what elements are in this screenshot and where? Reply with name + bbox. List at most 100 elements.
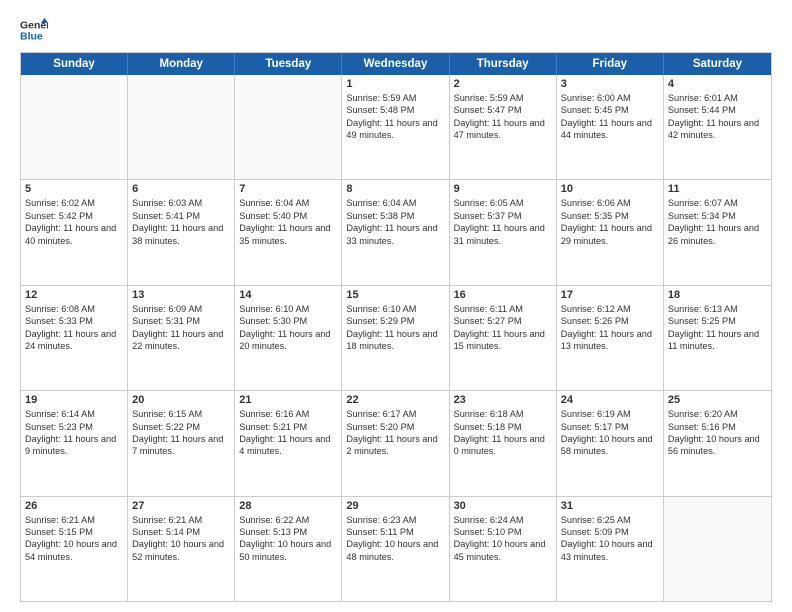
weekday-header: Tuesday bbox=[235, 53, 342, 75]
cell-info: Sunrise: 6:17 AM Sunset: 5:20 PM Dayligh… bbox=[346, 408, 444, 458]
svg-text:Blue: Blue bbox=[20, 31, 43, 43]
day-number: 12 bbox=[25, 289, 123, 301]
calendar-row: 5Sunrise: 6:02 AM Sunset: 5:42 PM Daylig… bbox=[21, 179, 771, 284]
calendar-cell: 30 Sunrise: 6:24 AM Sunset: 5:10 PM Dayli… bbox=[450, 497, 557, 601]
calendar-cell: 27 Sunrise: 6:21 AM Sunset: 5:14 PM Dayli… bbox=[128, 497, 235, 601]
day-number: 22 bbox=[346, 394, 444, 406]
day-number: 6 bbox=[132, 183, 230, 195]
cell-info: Sunrise: 5:59 AM Sunset: 5:47 PM Dayligh… bbox=[454, 92, 552, 142]
calendar-cell: 28Sunrise: 6:22 AM Sunset: 5:13 PM Dayli… bbox=[235, 497, 342, 601]
calendar-cell: 10Sunrise: 6:06 AM Sunset: 5:35 PM Dayli… bbox=[557, 180, 664, 284]
calendar-cell: 25 Sunrise: 6:20 AM Sunset: 5:16 PM Dayli… bbox=[664, 391, 771, 495]
calendar-cell: 23 Sunrise: 6:18 AM Sunset: 5:18 PM Dayli… bbox=[450, 391, 557, 495]
calendar-cell: 15 Sunrise: 6:10 AM Sunset: 5:29 PM Dayli… bbox=[342, 286, 449, 390]
cell-info: Sunrise: 6:05 AM Sunset: 5:37 PM Dayligh… bbox=[454, 197, 552, 247]
day-number: 17 bbox=[561, 289, 659, 301]
cell-info: Sunrise: 6:23 AM Sunset: 5:11 PM Dayligh… bbox=[346, 514, 444, 564]
calendar-cell: 6 Sunrise: 6:03 AM Sunset: 5:41 PM Daylig… bbox=[128, 180, 235, 284]
day-number: 20 bbox=[132, 394, 230, 406]
cell-info: Sunrise: 6:03 AM Sunset: 5:41 PM Dayligh… bbox=[132, 197, 230, 247]
day-number: 27 bbox=[132, 500, 230, 512]
calendar-cell bbox=[21, 75, 128, 179]
weekday-header: Friday bbox=[557, 53, 664, 75]
cell-info: Sunrise: 5:59 AM Sunset: 5:48 PM Dayligh… bbox=[346, 92, 444, 142]
day-number: 30 bbox=[454, 500, 552, 512]
cell-info: Sunrise: 6:12 AM Sunset: 5:26 PM Dayligh… bbox=[561, 303, 659, 353]
calendar-cell bbox=[664, 497, 771, 601]
calendar-cell: 1 Sunrise: 5:59 AM Sunset: 5:48 PM Daylig… bbox=[342, 75, 449, 179]
day-number: 25 bbox=[668, 394, 767, 406]
cell-info: Sunrise: 6:15 AM Sunset: 5:22 PM Dayligh… bbox=[132, 408, 230, 458]
cell-info: Sunrise: 6:13 AM Sunset: 5:25 PM Dayligh… bbox=[668, 303, 767, 353]
day-number: 18 bbox=[668, 289, 767, 301]
calendar-cell: 16Sunrise: 6:11 AM Sunset: 5:27 PM Dayli… bbox=[450, 286, 557, 390]
calendar-cell: 26 Sunrise: 6:21 AM Sunset: 5:15 PM Dayli… bbox=[21, 497, 128, 601]
cell-info: Sunrise: 6:21 AM Sunset: 5:14 PM Dayligh… bbox=[132, 514, 230, 564]
day-number: 2 bbox=[454, 78, 552, 90]
day-number: 15 bbox=[346, 289, 444, 301]
page: General Blue SundayMondayTuesdayWednesda… bbox=[0, 0, 792, 612]
day-number: 21 bbox=[239, 394, 337, 406]
cell-info: Sunrise: 6:09 AM Sunset: 5:31 PM Dayligh… bbox=[132, 303, 230, 353]
calendar-cell: 14 Sunrise: 6:10 AM Sunset: 5:30 PM Dayli… bbox=[235, 286, 342, 390]
calendar-cell: 8 Sunrise: 6:04 AM Sunset: 5:38 PM Daylig… bbox=[342, 180, 449, 284]
day-number: 4 bbox=[668, 78, 767, 90]
calendar-cell: 2 Sunrise: 5:59 AM Sunset: 5:47 PM Daylig… bbox=[450, 75, 557, 179]
calendar-row: 19Sunrise: 6:14 AM Sunset: 5:23 PM Dayli… bbox=[21, 390, 771, 495]
cell-info: Sunrise: 6:20 AM Sunset: 5:16 PM Dayligh… bbox=[668, 408, 767, 458]
day-number: 26 bbox=[25, 500, 123, 512]
cell-info: Sunrise: 6:18 AM Sunset: 5:18 PM Dayligh… bbox=[454, 408, 552, 458]
day-number: 23 bbox=[454, 394, 552, 406]
cell-info: Sunrise: 6:24 AM Sunset: 5:10 PM Dayligh… bbox=[454, 514, 552, 564]
calendar-row: 12Sunrise: 6:08 AM Sunset: 5:33 PM Dayli… bbox=[21, 285, 771, 390]
day-number: 3 bbox=[561, 78, 659, 90]
cell-info: Sunrise: 6:10 AM Sunset: 5:30 PM Dayligh… bbox=[239, 303, 337, 353]
day-number: 1 bbox=[346, 78, 444, 90]
cell-info: Sunrise: 6:02 AM Sunset: 5:42 PM Dayligh… bbox=[25, 197, 123, 247]
calendar-cell bbox=[235, 75, 342, 179]
cell-info: Sunrise: 6:16 AM Sunset: 5:21 PM Dayligh… bbox=[239, 408, 337, 458]
day-number: 13 bbox=[132, 289, 230, 301]
cell-info: Sunrise: 6:19 AM Sunset: 5:17 PM Dayligh… bbox=[561, 408, 659, 458]
calendar-cell: 31 Sunrise: 6:25 AM Sunset: 5:09 PM Dayli… bbox=[557, 497, 664, 601]
cell-info: Sunrise: 6:06 AM Sunset: 5:35 PM Dayligh… bbox=[561, 197, 659, 247]
day-number: 19 bbox=[25, 394, 123, 406]
cell-info: Sunrise: 6:10 AM Sunset: 5:29 PM Dayligh… bbox=[346, 303, 444, 353]
weekday-header: Monday bbox=[128, 53, 235, 75]
calendar-cell: 20 Sunrise: 6:15 AM Sunset: 5:22 PM Dayli… bbox=[128, 391, 235, 495]
cell-info: Sunrise: 6:21 AM Sunset: 5:15 PM Dayligh… bbox=[25, 514, 123, 564]
day-number: 14 bbox=[239, 289, 337, 301]
weekday-header: Thursday bbox=[450, 53, 557, 75]
calendar-cell: 17 Sunrise: 6:12 AM Sunset: 5:26 PM Dayli… bbox=[557, 286, 664, 390]
calendar-cell: 19Sunrise: 6:14 AM Sunset: 5:23 PM Dayli… bbox=[21, 391, 128, 495]
calendar: SundayMondayTuesdayWednesdayThursdayFrid… bbox=[20, 52, 772, 602]
day-number: 8 bbox=[346, 183, 444, 195]
day-number: 11 bbox=[668, 183, 767, 195]
calendar-header: SundayMondayTuesdayWednesdayThursdayFrid… bbox=[21, 53, 771, 75]
logo-icon: General Blue bbox=[20, 16, 48, 44]
header: General Blue bbox=[20, 16, 772, 44]
cell-info: Sunrise: 6:04 AM Sunset: 5:40 PM Dayligh… bbox=[239, 197, 337, 247]
day-number: 31 bbox=[561, 500, 659, 512]
day-number: 7 bbox=[239, 183, 337, 195]
day-number: 16 bbox=[454, 289, 552, 301]
calendar-cell: 3 Sunrise: 6:00 AM Sunset: 5:45 PM Daylig… bbox=[557, 75, 664, 179]
logo: General Blue bbox=[20, 16, 48, 44]
cell-info: Sunrise: 6:07 AM Sunset: 5:34 PM Dayligh… bbox=[668, 197, 767, 247]
day-number: 24 bbox=[561, 394, 659, 406]
day-number: 29 bbox=[346, 500, 444, 512]
calendar-cell: 22 Sunrise: 6:17 AM Sunset: 5:20 PM Dayli… bbox=[342, 391, 449, 495]
calendar-cell: 21 Sunrise: 6:16 AM Sunset: 5:21 PM Dayli… bbox=[235, 391, 342, 495]
calendar-cell: 11 Sunrise: 6:07 AM Sunset: 5:34 PM Dayli… bbox=[664, 180, 771, 284]
cell-info: Sunrise: 6:22 AM Sunset: 5:13 PM Dayligh… bbox=[239, 514, 337, 564]
calendar-cell: 13 Sunrise: 6:09 AM Sunset: 5:31 PM Dayli… bbox=[128, 286, 235, 390]
cell-info: Sunrise: 6:04 AM Sunset: 5:38 PM Dayligh… bbox=[346, 197, 444, 247]
cell-info: Sunrise: 6:00 AM Sunset: 5:45 PM Dayligh… bbox=[561, 92, 659, 142]
calendar-cell: 24 Sunrise: 6:19 AM Sunset: 5:17 PM Dayli… bbox=[557, 391, 664, 495]
calendar-row: 1 Sunrise: 5:59 AM Sunset: 5:48 PM Daylig… bbox=[21, 75, 771, 179]
calendar-cell bbox=[128, 75, 235, 179]
calendar-row: 26 Sunrise: 6:21 AM Sunset: 5:15 PM Dayli… bbox=[21, 496, 771, 601]
cell-info: Sunrise: 6:25 AM Sunset: 5:09 PM Dayligh… bbox=[561, 514, 659, 564]
calendar-cell: 29 Sunrise: 6:23 AM Sunset: 5:11 PM Dayli… bbox=[342, 497, 449, 601]
calendar-body: 1 Sunrise: 5:59 AM Sunset: 5:48 PM Daylig… bbox=[21, 75, 771, 601]
